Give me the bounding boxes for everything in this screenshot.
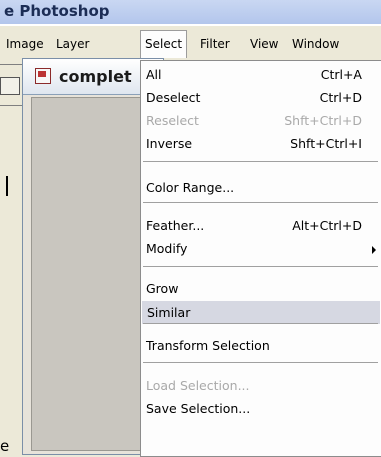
menu-separator	[143, 161, 378, 162]
menu-separator	[143, 362, 378, 363]
menu-item-label: Color Range...	[146, 180, 235, 195]
menu-layer[interactable]: Layer	[56, 37, 89, 51]
title-bar: e Photoshop	[0, 0, 381, 24]
footer-text: e	[0, 437, 10, 455]
menu-window[interactable]: Window	[292, 37, 339, 51]
panel-edge	[6, 176, 8, 196]
menu-item-shortcut: Shft+Ctrl+I	[290, 136, 362, 151]
menu-item-deselect[interactable]: Deselect Ctrl+D	[141, 86, 380, 109]
menu-item-color-range[interactable]: Color Range...	[141, 176, 380, 199]
menu-item-similar[interactable]: Similar	[142, 301, 380, 324]
menu-separator	[143, 323, 378, 324]
menu-item-shortcut: Shft+Ctrl+D	[284, 113, 362, 128]
document-icon	[35, 68, 51, 84]
menu-image[interactable]: Image	[6, 37, 44, 51]
menu-item-shortcut: Ctrl+A	[320, 67, 362, 82]
selection-mode-new-icon[interactable]	[0, 77, 20, 95]
menu-item-label: Save Selection...	[146, 401, 251, 416]
menu-view[interactable]: View	[250, 37, 278, 51]
menu-item-feather[interactable]: Feather... Alt+Ctrl+D	[141, 214, 380, 237]
document-canvas[interactable]	[31, 97, 155, 451]
menu-item-label: Transform Selection	[146, 338, 270, 353]
menu-separator	[143, 202, 378, 203]
menu-item-modify[interactable]: Modify	[141, 237, 380, 260]
menu-item-label: Grow	[146, 281, 179, 296]
document-title: complet	[59, 67, 132, 86]
menu-item-label: Load Selection...	[146, 378, 250, 393]
select-menu-dropdown: All Ctrl+A Deselect Ctrl+D Reselect Shft+Ctrl…	[140, 60, 381, 457]
menu-item-shortcut: Ctrl+D	[319, 90, 362, 105]
menu-item-all[interactable]: All Ctrl+A	[141, 63, 380, 86]
submenu-arrow-icon	[372, 246, 376, 254]
menu-item-label: Similar	[147, 305, 191, 320]
window-title: e Photoshop	[4, 2, 110, 20]
menu-item-label: Deselect	[146, 90, 201, 105]
menu-item-reselect: Reselect Shft+Ctrl+D	[141, 109, 380, 132]
menu-bar: Image Layer Select Filter View Window	[0, 26, 381, 59]
menu-separator	[143, 266, 378, 267]
menu-item-label: Reselect	[146, 113, 199, 128]
menu-item-label: Inverse	[146, 136, 193, 151]
menu-filter[interactable]: Filter	[200, 37, 230, 51]
menu-item-save-selection[interactable]: Save Selection...	[141, 397, 380, 420]
menu-select[interactable]: Select	[140, 30, 188, 59]
menu-item-label: Modify	[146, 241, 188, 256]
menu-item-label: Feather...	[146, 218, 205, 233]
menu-item-inverse[interactable]: Inverse Shft+Ctrl+I	[141, 132, 380, 155]
menu-item-transform-selection[interactable]: Transform Selection	[141, 334, 380, 357]
menu-item-load-selection: Load Selection...	[141, 374, 380, 397]
menu-item-label: All	[146, 67, 162, 82]
menu-item-grow[interactable]: Grow	[141, 277, 380, 300]
menu-item-shortcut: Alt+Ctrl+D	[292, 218, 362, 233]
